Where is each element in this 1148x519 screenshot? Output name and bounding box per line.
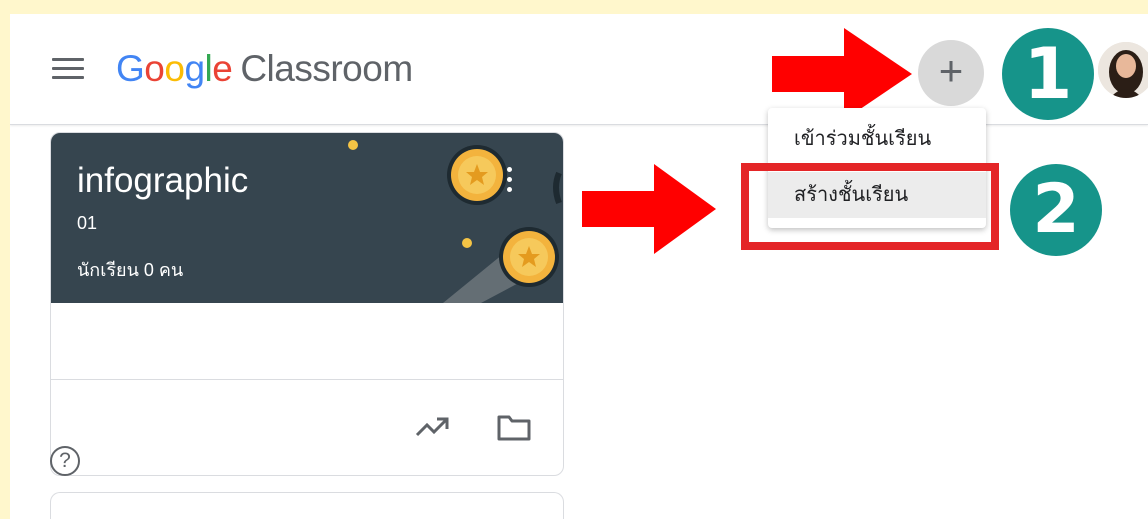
card-divider bbox=[51, 379, 563, 380]
folder-icon[interactable] bbox=[497, 413, 531, 441]
class-card[interactable]: infographic 01 นักเรียน 0 คน bbox=[50, 132, 564, 476]
red-arrow-icon bbox=[772, 28, 912, 120]
step-1-badge: 1 bbox=[1002, 28, 1094, 120]
google-classroom-logo[interactable]: Google Classroom bbox=[116, 48, 413, 90]
highlight-box bbox=[741, 163, 999, 250]
join-class-menu-item[interactable]: เข้าร่วมชั้นเรียน bbox=[768, 116, 986, 162]
trending-up-icon[interactable] bbox=[415, 415, 451, 439]
help-icon[interactable]: ? bbox=[50, 446, 80, 476]
class-section: 01 bbox=[77, 213, 98, 233]
more-options-icon[interactable] bbox=[505, 167, 515, 201]
class-title[interactable]: infographic bbox=[77, 161, 248, 201]
add-class-button[interactable]: + bbox=[918, 40, 984, 106]
class-card-header[interactable]: infographic 01 นักเรียน 0 คน bbox=[51, 133, 563, 303]
class-card-2[interactable] bbox=[50, 492, 564, 519]
step-2-badge: 2 bbox=[1010, 164, 1102, 256]
red-arrow-icon bbox=[582, 164, 716, 254]
user-avatar[interactable] bbox=[1098, 42, 1148, 98]
classroom-window: Google Classroom + 1 infographic 01 นักเ… bbox=[10, 14, 1148, 519]
hamburger-menu-icon[interactable] bbox=[52, 58, 84, 84]
class-student-count: นักเรียน 0 คน bbox=[77, 260, 184, 280]
